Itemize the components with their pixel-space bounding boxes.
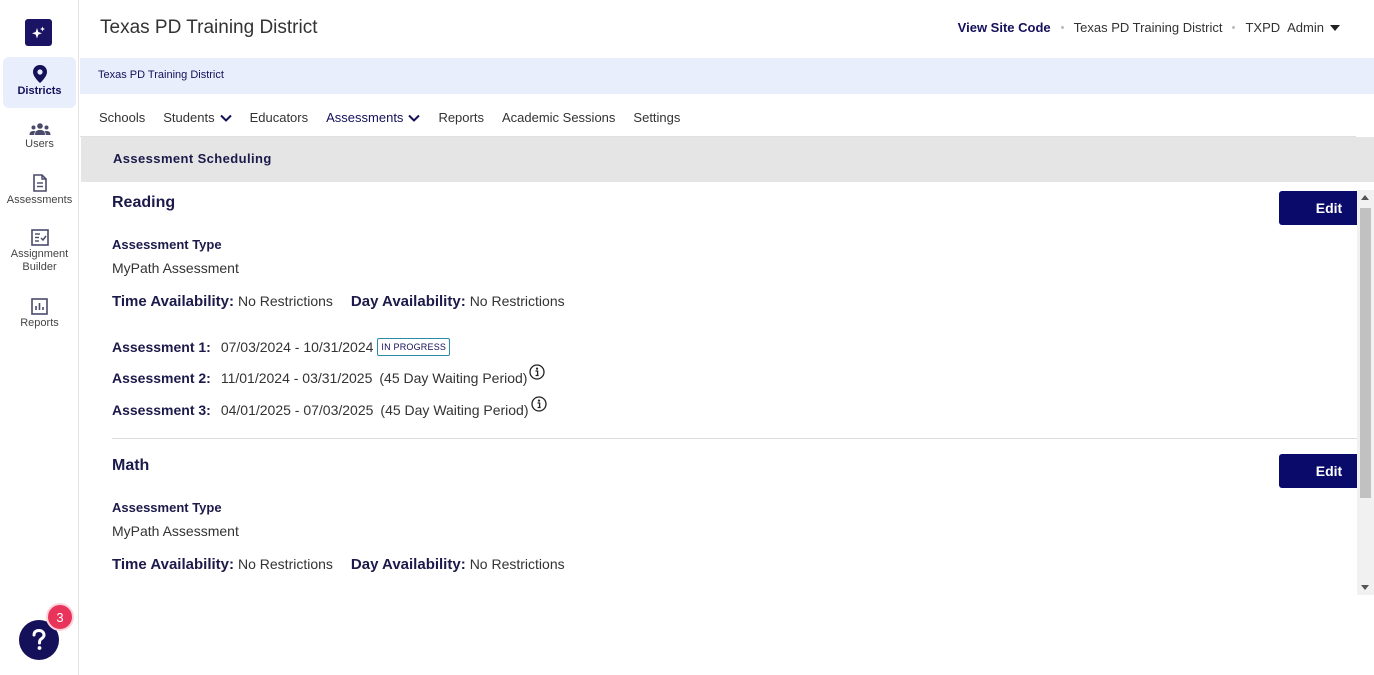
assessment-schedule-list: Reading Edit Assessment Type MyPath Asse…: [81, 182, 1374, 595]
day-availability-label: Day Availability:: [350, 293, 466, 310]
assessment-type-label: Assessment Type: [112, 237, 222, 252]
assessment-window-label: Assessment 2:: [112, 370, 211, 386]
checklist-icon: [30, 229, 49, 246]
assessment-window-label: Assessment 3:: [112, 402, 211, 418]
view-site-code-link[interactable]: View Site Code: [958, 20, 1051, 35]
sidebar-item-label: Districts: [17, 85, 62, 97]
sidebar-item-districts[interactable]: Districts: [3, 57, 76, 108]
tab-assessments[interactable]: Assessments: [326, 110, 421, 125]
chevron-down-icon: [219, 114, 232, 122]
subject-name: Math: [112, 457, 150, 474]
tab-label: Schools: [99, 110, 146, 125]
tab-label: Academic Sessions: [501, 110, 616, 125]
assessment-window-row: Assessment 2: 11/01/2024 - 03/31/2025 (4…: [112, 364, 546, 386]
availability-row: Time Availability: No Restrictions Day A…: [112, 556, 565, 573]
info-icon[interactable]: [529, 364, 546, 380]
section-title: Assessment Scheduling: [113, 151, 272, 166]
district-name: Texas PD Training District: [1073, 20, 1223, 35]
header-actions: View Site Code Texas PD Training Distric…: [958, 20, 1340, 35]
breadcrumb: Texas PD Training District: [80, 58, 1374, 94]
sidebar-item-assessments[interactable]: Assessments: [3, 174, 76, 207]
tab-label: Educators: [249, 110, 309, 125]
tab-reports[interactable]: Reports: [438, 110, 484, 125]
assessment-window-dates: 07/03/2024 - 10/31/2024: [220, 339, 374, 355]
user-code: TXPD: [1245, 20, 1281, 35]
user-menu[interactable]: Admin: [1287, 20, 1340, 35]
assessment-window-label: Assessment 1:: [112, 339, 211, 355]
question-mark-icon: [32, 629, 46, 650]
subject-divider: [112, 438, 1358, 439]
assessment-type-label: Assessment Type: [112, 500, 222, 515]
location-pin-icon: [32, 65, 47, 83]
waiting-period-note: (45 Day Waiting Period): [379, 370, 528, 386]
info-icon[interactable]: [530, 396, 547, 412]
availability-row: Time Availability: No Restrictions Day A…: [112, 293, 565, 310]
sidebar: Districts Users Assessments Assignment B…: [0, 0, 79, 675]
assessment-window-dates: 04/01/2025 - 07/03/2025: [220, 402, 374, 418]
day-availability-value: No Restrictions: [469, 556, 565, 572]
scroll-down-arrow-icon[interactable]: [1361, 585, 1369, 590]
scroll-up-arrow-icon[interactable]: [1361, 195, 1369, 200]
assessment-type-value: MyPath Assessment: [112, 523, 239, 539]
day-availability-value: No Restrictions: [469, 293, 565, 309]
tab-label: Settings: [633, 110, 681, 125]
notification-badge: 3: [46, 603, 74, 631]
tab-settings[interactable]: Settings: [633, 110, 680, 125]
tab-students[interactable]: Students: [163, 110, 232, 125]
waiting-period-note: (45 Day Waiting Period): [380, 402, 529, 418]
sidebar-item-reports[interactable]: Reports: [3, 298, 76, 330]
time-availability-label: Time Availability:: [112, 556, 234, 573]
assessment-type-value: MyPath Assessment: [112, 260, 239, 276]
document-icon: [32, 174, 47, 192]
tab-academic-sessions[interactable]: Academic Sessions: [502, 110, 615, 125]
sidebar-item-label: Assessments: [6, 194, 73, 206]
assessment-window-row: Assessment 1: 07/03/2024 - 10/31/2024 IN…: [112, 338, 451, 356]
separator-dot: [1232, 26, 1236, 29]
section-header: Assessment Scheduling: [81, 137, 1374, 182]
sidebar-item-label: Users: [25, 138, 54, 150]
sidebar-item-users[interactable]: Users: [3, 122, 76, 151]
page-title: Texas PD Training District: [100, 17, 318, 38]
sparkle-icon: [31, 26, 45, 38]
breadcrumb-item[interactable]: Texas PD Training District: [98, 69, 224, 81]
day-availability-label: Day Availability:: [350, 556, 466, 573]
time-availability-value: No Restrictions: [238, 293, 333, 309]
vertical-scrollbar[interactable]: [1357, 190, 1374, 595]
assessment-window-dates: 11/01/2024 - 03/31/2025: [220, 370, 373, 386]
sidebar-item-label: Assignment Builder: [10, 248, 69, 273]
sidebar-item-assignment-builder[interactable]: Assignment Builder: [3, 229, 76, 274]
assessment-window-row: Assessment 3: 04/01/2025 - 07/03/2025 (4…: [112, 396, 547, 418]
tab-label: Students: [163, 110, 215, 125]
status-badge: IN PROGRESS: [377, 338, 451, 356]
scroll-thumb[interactable]: [1360, 208, 1371, 498]
tab-label: Assessments: [326, 110, 404, 125]
user-role: Admin: [1287, 20, 1324, 35]
tab-label: Reports: [438, 110, 484, 125]
separator-dot: [1060, 26, 1064, 29]
time-availability-label: Time Availability:: [112, 293, 234, 310]
subject-name: Reading: [112, 194, 176, 211]
tab-bar: Schools Students Educators Assessments R…: [99, 110, 698, 125]
app-logo[interactable]: [25, 19, 52, 46]
users-icon: [29, 123, 50, 135]
tab-schools[interactable]: Schools: [99, 110, 145, 125]
tab-educators[interactable]: Educators: [250, 110, 309, 125]
time-availability-value: No Restrictions: [238, 556, 333, 572]
bar-chart-icon: [31, 298, 48, 315]
chevron-down-icon: [408, 114, 421, 122]
sidebar-item-label: Reports: [20, 317, 59, 329]
caret-down-icon: [1330, 24, 1340, 31]
